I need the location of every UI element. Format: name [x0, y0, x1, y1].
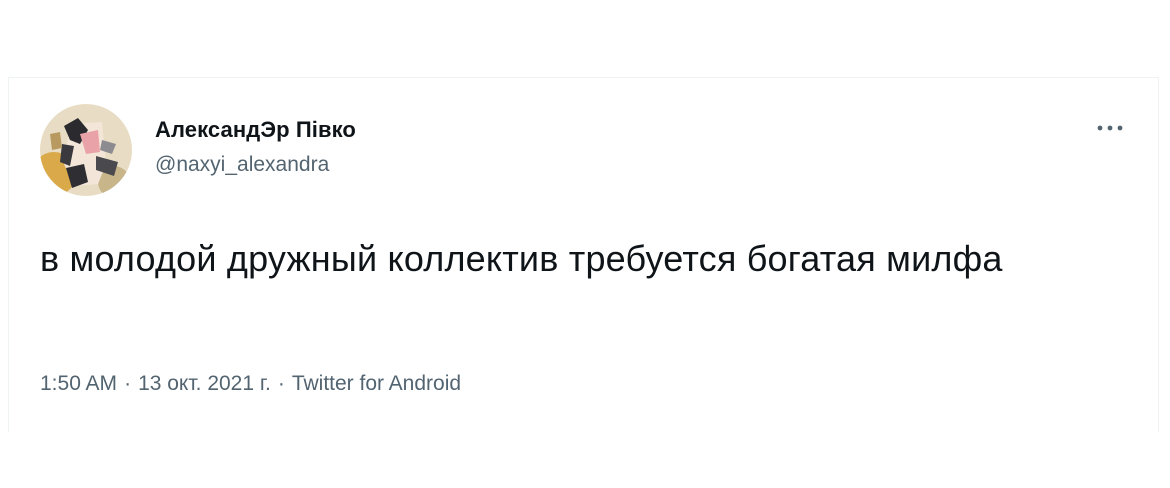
author-handle[interactable]: @naxyi_alexandra	[155, 153, 329, 177]
tweet-source[interactable]: Twitter for Android	[292, 372, 461, 396]
tweet-meta: 1:50 AM · 13 окт. 2021 г. · Twitter for …	[40, 372, 461, 396]
more-dots-icon	[1097, 125, 1123, 131]
tweet-date[interactable]: 13 окт. 2021 г.	[138, 372, 271, 396]
user-avatar-icon	[40, 104, 132, 196]
meta-separator: ·	[124, 372, 132, 395]
tweet-card: АлександЭр Півко @naxyi_alexandra в моло…	[8, 77, 1159, 432]
tweet-text: в молодой дружный коллектив требуется бо…	[40, 238, 1003, 279]
avatar[interactable]	[40, 104, 132, 196]
page: АлександЭр Півко @naxyi_alexandra в моло…	[0, 0, 1170, 488]
more-options-button[interactable]	[1090, 116, 1130, 140]
author-display-name[interactable]: АлександЭр Півко	[155, 117, 356, 143]
tweet-time[interactable]: 1:50 AM	[40, 372, 117, 396]
meta-separator: ·	[277, 372, 285, 395]
